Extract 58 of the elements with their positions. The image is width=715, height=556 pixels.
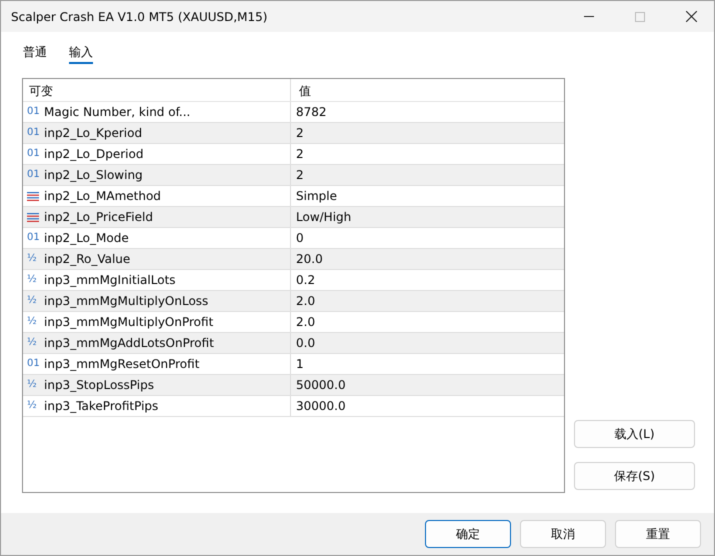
parameter-value[interactable]: 0 [296, 229, 304, 247]
type-mark: 01 [27, 233, 40, 243]
action-button[interactable]: 载入(L) [574, 420, 695, 448]
parameter-name: inp2_Lo_Kperiod [44, 125, 142, 142]
tab[interactable]: 普通 [23, 42, 47, 64]
type-mark: ½ [27, 296, 38, 306]
dialog-button[interactable]: 确定 [425, 520, 511, 548]
minimize-icon[interactable] [584, 16, 594, 17]
parameter-value[interactable]: 2.0 [296, 292, 316, 310]
column-header[interactable]: 可变 [23, 79, 291, 101]
parameter-name: inp3_mmMgInitialLots [44, 272, 176, 289]
parameter-value[interactable]: Low/High [296, 208, 352, 226]
parameter-value[interactable]: 0.0 [296, 334, 316, 352]
type-mark: ½ [27, 317, 38, 327]
type-mark: ½ [27, 275, 38, 285]
parameter-name: inp2_Ro_Value [44, 251, 130, 268]
parameter-name: inp3_TakeProfitPips [44, 398, 158, 415]
type-mark: 01 [27, 359, 40, 369]
maximize-icon[interactable] [635, 12, 645, 22]
close-icon[interactable] [686, 11, 697, 22]
dialog-button[interactable]: 取消 [520, 520, 606, 548]
parameter-name: inp3_mmMgResetOnProfit [44, 356, 200, 373]
parameter-name: inp3_mmMgAddLotsOnProfit [44, 335, 214, 352]
parameter-value[interactable]: 30000.0 [296, 397, 346, 415]
parameter-name: inp2_Lo_MAmethod [44, 188, 161, 205]
parameter-value[interactable]: Simple [296, 187, 337, 205]
parameter-name: inp3_mmMgMultiplyOnLoss [44, 293, 208, 310]
column-header[interactable]: 值 [291, 79, 564, 101]
parameter-value[interactable]: 1 [296, 355, 304, 373]
parameter-name: Magic Number, kind of... [44, 104, 190, 121]
parameter-name: inp2_Lo_Dperiod [44, 146, 144, 163]
type-mark: 01 [27, 128, 40, 138]
type-mark: ½ [27, 254, 38, 264]
window-title: Scalper Crash EA V1.0 MT5 (XAUUSD,M15) [10, 8, 268, 26]
type-mark: 01 [27, 149, 40, 159]
parameter-name: inp3_mmMgMultiplyOnProfit [44, 314, 214, 331]
parameter-value[interactable]: 50000.0 [296, 376, 346, 394]
parameter-value[interactable]: 2 [296, 166, 304, 184]
tab[interactable]: 输入 [69, 42, 93, 64]
parameter-value[interactable]: 2 [296, 145, 304, 163]
type-mark: 01 [27, 107, 40, 117]
parameter-name: inp3_StopLossPips [44, 377, 154, 394]
parameter-value[interactable]: 0.2 [296, 271, 316, 289]
parameter-value[interactable]: 2 [296, 124, 304, 142]
type-mark: ½ [27, 380, 38, 390]
type-mark: ½ [27, 401, 38, 411]
type-mark: ½ [27, 338, 38, 348]
parameter-name: inp2_Lo_Mode [44, 230, 129, 247]
list-icon [27, 192, 39, 200]
parameter-value[interactable]: 20.0 [296, 250, 323, 268]
parameter-name: inp2_Lo_PriceField [44, 209, 153, 226]
parameter-value[interactable]: 2.0 [296, 313, 316, 331]
type-mark: 01 [27, 170, 40, 180]
parameter-value[interactable]: 8782 [296, 103, 327, 121]
list-icon [27, 212, 39, 222]
parameter-name: inp2_Lo_Slowing [44, 167, 143, 184]
dialog-button[interactable]: 重置 [615, 520, 701, 548]
action-button[interactable]: 保存(S) [574, 462, 695, 490]
